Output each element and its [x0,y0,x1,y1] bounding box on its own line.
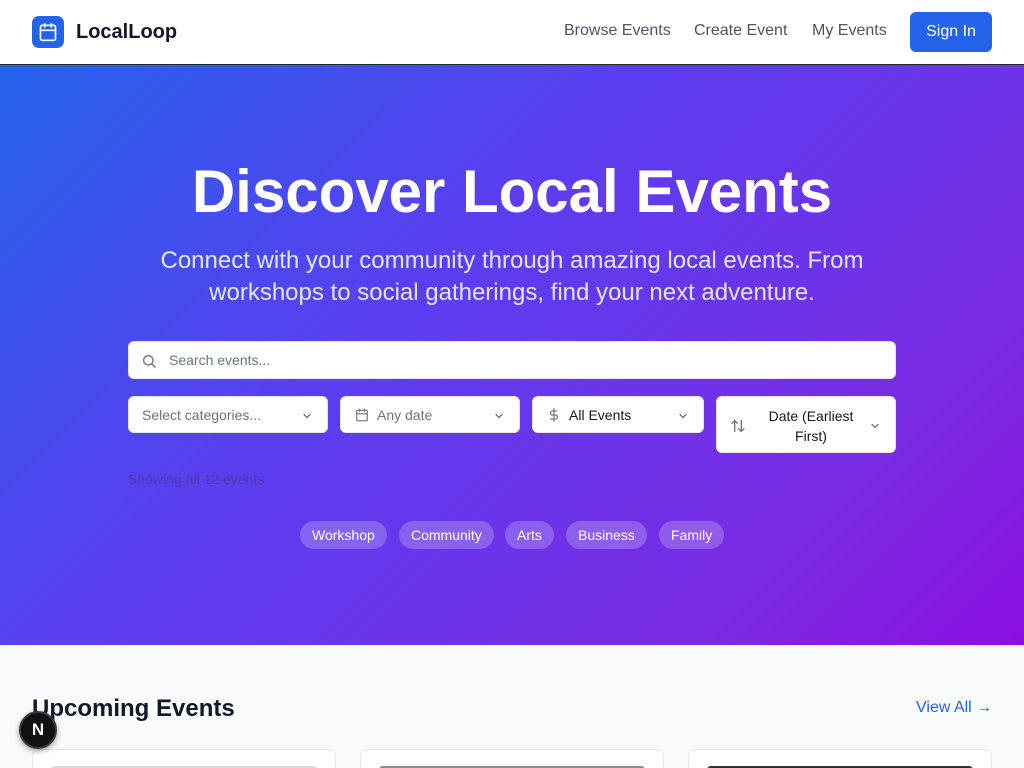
dollar-icon [547,408,561,425]
nav-browse-events[interactable]: Browse Events [564,21,671,41]
categories-select[interactable]: Select categories... [128,396,328,433]
price-select[interactable]: All Events [532,396,704,433]
chip-business[interactable]: Business [566,521,647,549]
sort-select[interactable]: Date (Earliest First) [716,396,896,453]
chevron-down-icon [301,409,313,425]
hero-title: Discover Local Events [191,158,833,225]
site-header: LocalLoop Browse Events Create Event My … [0,0,1024,65]
price-select-label: All Events [569,407,632,423]
date-select[interactable]: Any date [340,396,520,433]
nav-create-event[interactable]: Create Event [694,21,787,41]
event-card[interactable] [32,749,336,768]
hero-subtitle: Connect with your community through amaz… [160,247,864,306]
sort-arrows-icon [730,418,746,439]
chip-workshop[interactable]: Workshop [300,521,387,549]
chip-community[interactable]: Community [399,521,494,549]
search-icon [141,353,157,374]
hero-section: Discover Local Events Connect with your … [0,65,1024,645]
sort-select-label: Date (Earliest First) [768,408,854,444]
date-select-label: Any date [377,407,433,423]
chevron-down-icon [869,419,881,437]
event-card[interactable] [360,749,664,768]
event-card[interactable] [688,749,992,768]
chevron-down-icon [493,409,505,425]
chevron-down-icon [677,409,689,425]
results-count: Showing all 12 events [128,471,265,487]
nav-my-events[interactable]: My Events [812,21,887,41]
categories-select-label: Select categories... [142,407,262,423]
calendar-icon [355,408,369,425]
view-all-link[interactable]: View All → [916,698,992,718]
chip-family[interactable]: Family [659,521,725,549]
brand-name[interactable]: LocalLoop [76,20,177,44]
search-bar[interactable] [128,341,896,379]
upcoming-events-heading: Upcoming Events [32,695,235,722]
search-input[interactable] [169,342,885,378]
sign-in-button[interactable]: Sign In [910,12,992,52]
chip-arts[interactable]: Arts [505,521,554,549]
dev-tools-badge[interactable]: N [19,711,57,749]
calendar-logo-icon[interactable] [32,16,64,48]
